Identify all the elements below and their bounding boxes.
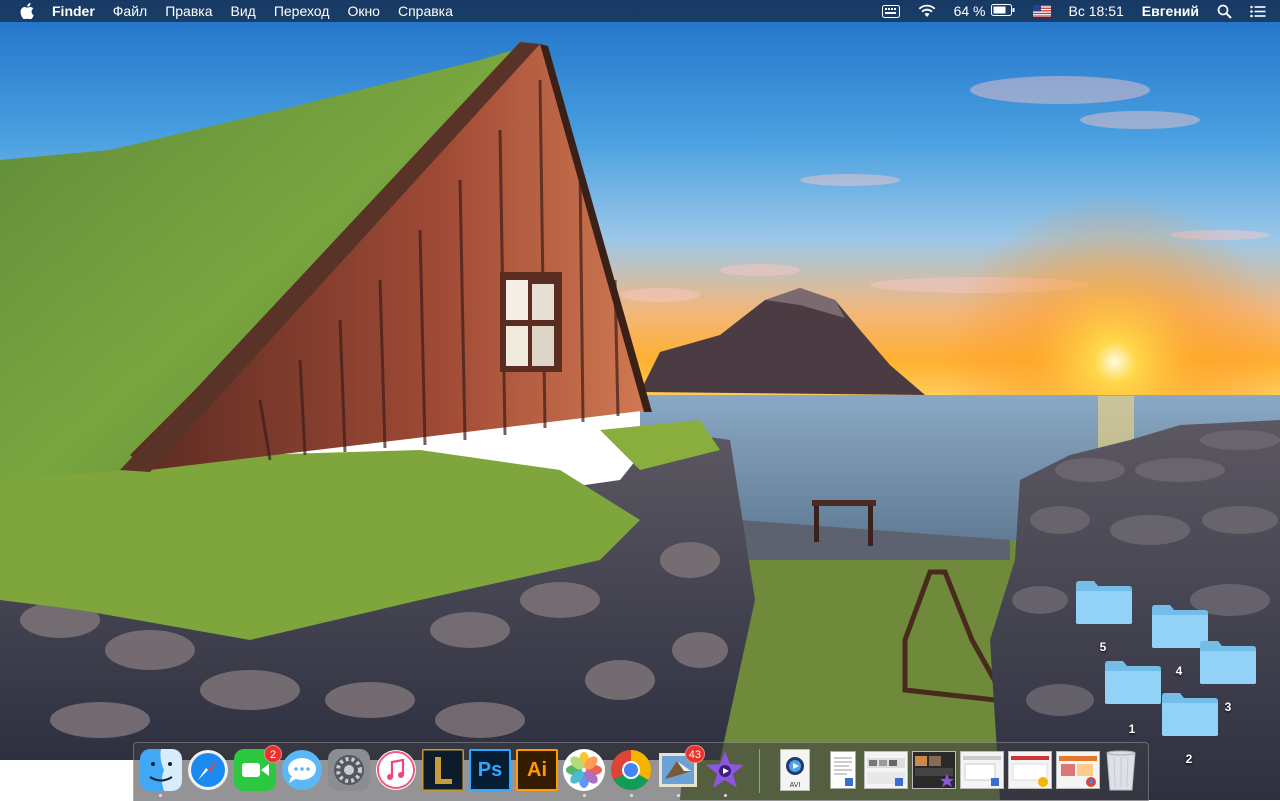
folder-label: 3 xyxy=(1224,700,1232,714)
folder-icon[interactable] xyxy=(1103,658,1163,706)
dock-league-of-legends[interactable] xyxy=(422,749,464,791)
system-preferences-icon xyxy=(328,749,370,791)
folder-icon[interactable] xyxy=(1074,578,1134,626)
dock-facetime[interactable]: 2 xyxy=(234,745,282,791)
photoshop-icon: Ps xyxy=(469,749,511,791)
dock-illustrator[interactable]: Ai xyxy=(516,749,558,791)
folder-label: 4 xyxy=(1175,664,1183,678)
dock-system-preferences[interactable] xyxy=(328,749,370,791)
running-indicator xyxy=(583,794,586,797)
document-icon xyxy=(830,751,856,789)
itunes-icon xyxy=(375,749,417,791)
dock-chrome[interactable] xyxy=(610,749,652,791)
folder-icon[interactable] xyxy=(1198,638,1258,686)
apple-menu-icon[interactable] xyxy=(19,3,35,19)
dock-screenshot-thumbnail[interactable] xyxy=(960,751,1004,789)
dock-finder[interactable] xyxy=(140,749,182,791)
input-source-flag-icon[interactable] xyxy=(1024,0,1060,22)
menu-help[interactable]: Справка xyxy=(389,0,462,22)
video-file-icon: AVI xyxy=(780,749,810,791)
battery-percent: 64 % xyxy=(953,3,986,19)
chrome-icon xyxy=(610,749,652,791)
folder-label: 5 xyxy=(1099,640,1107,654)
running-indicator xyxy=(630,794,633,797)
notification-badge: 2 xyxy=(264,745,282,763)
battery-icon xyxy=(990,3,1015,19)
menu-go[interactable]: Переход xyxy=(265,0,339,22)
menu-app-name[interactable]: Finder xyxy=(47,0,104,22)
dock-screenshot-thumbnail[interactable] xyxy=(1056,751,1100,789)
dock-photos[interactable] xyxy=(563,749,605,791)
league-of-legends-icon xyxy=(422,749,464,791)
user-name[interactable]: Евгений xyxy=(1133,0,1208,22)
menu-file[interactable]: Файл xyxy=(104,0,156,22)
imovie-icon xyxy=(704,749,746,791)
keyboard-status-icon[interactable] xyxy=(873,0,909,22)
photoshop-label: Ps xyxy=(477,758,503,781)
folder-label: 2 xyxy=(1185,752,1193,766)
trash-icon xyxy=(1104,749,1138,796)
wifi-icon[interactable] xyxy=(909,0,945,22)
menu-view[interactable]: Вид xyxy=(222,0,265,22)
running-indicator xyxy=(159,794,162,797)
spotlight-search-icon[interactable] xyxy=(1208,0,1241,22)
illustrator-label: Ai xyxy=(527,758,547,781)
clock[interactable]: Вс 18:51 xyxy=(1060,0,1133,22)
dock-separator xyxy=(759,749,760,793)
menu-edit[interactable]: Правка xyxy=(156,0,221,22)
dock-screenshot-thumbnail[interactable] xyxy=(912,751,956,789)
screenshot-thumbnail-icon xyxy=(1059,756,1097,787)
folder-icon[interactable] xyxy=(1160,690,1220,738)
menu-bar: Finder Файл Правка Вид Переход Окно Спра… xyxy=(0,0,1280,22)
illustrator-icon: Ai xyxy=(516,749,558,791)
dock-screenshot-thumbnail[interactable] xyxy=(1008,751,1052,789)
desktop-wallpaper xyxy=(0,0,1280,800)
dock-safari[interactable] xyxy=(187,749,229,791)
running-indicator xyxy=(677,794,680,797)
safari-icon xyxy=(187,749,229,791)
dock-mail[interactable]: 43 xyxy=(657,745,705,791)
menu-window[interactable]: Окно xyxy=(338,0,389,22)
screenshot-thumbnail-icon xyxy=(915,756,954,787)
running-indicator xyxy=(724,794,727,797)
notification-badge: 43 xyxy=(684,745,705,763)
screenshot-thumbnail-icon xyxy=(867,758,905,786)
notification-center-icon[interactable] xyxy=(1241,0,1280,22)
dock-trash[interactable] xyxy=(1100,749,1142,791)
dock-photoshop[interactable]: Ps xyxy=(469,749,511,791)
dock-imovie[interactable] xyxy=(704,749,746,791)
file-type-label: AVI xyxy=(789,782,801,789)
photos-icon xyxy=(563,749,605,791)
dock-avi-file[interactable]: AVI xyxy=(774,749,816,791)
finder-icon xyxy=(140,749,182,791)
battery-status[interactable]: 64 % xyxy=(945,0,1024,22)
folder-label: 1 xyxy=(1128,722,1136,736)
screenshot-thumbnail-icon xyxy=(1011,756,1049,787)
screenshot-thumbnail-icon xyxy=(963,756,1001,786)
dock-screenshot-thumbnail[interactable] xyxy=(864,751,908,789)
dock-messages[interactable] xyxy=(281,749,323,791)
dock: 2 Ps Ai 43 AVI xyxy=(133,742,1149,801)
messages-icon xyxy=(281,749,323,791)
dock-itunes[interactable] xyxy=(375,749,417,791)
dock-document[interactable] xyxy=(822,749,864,791)
